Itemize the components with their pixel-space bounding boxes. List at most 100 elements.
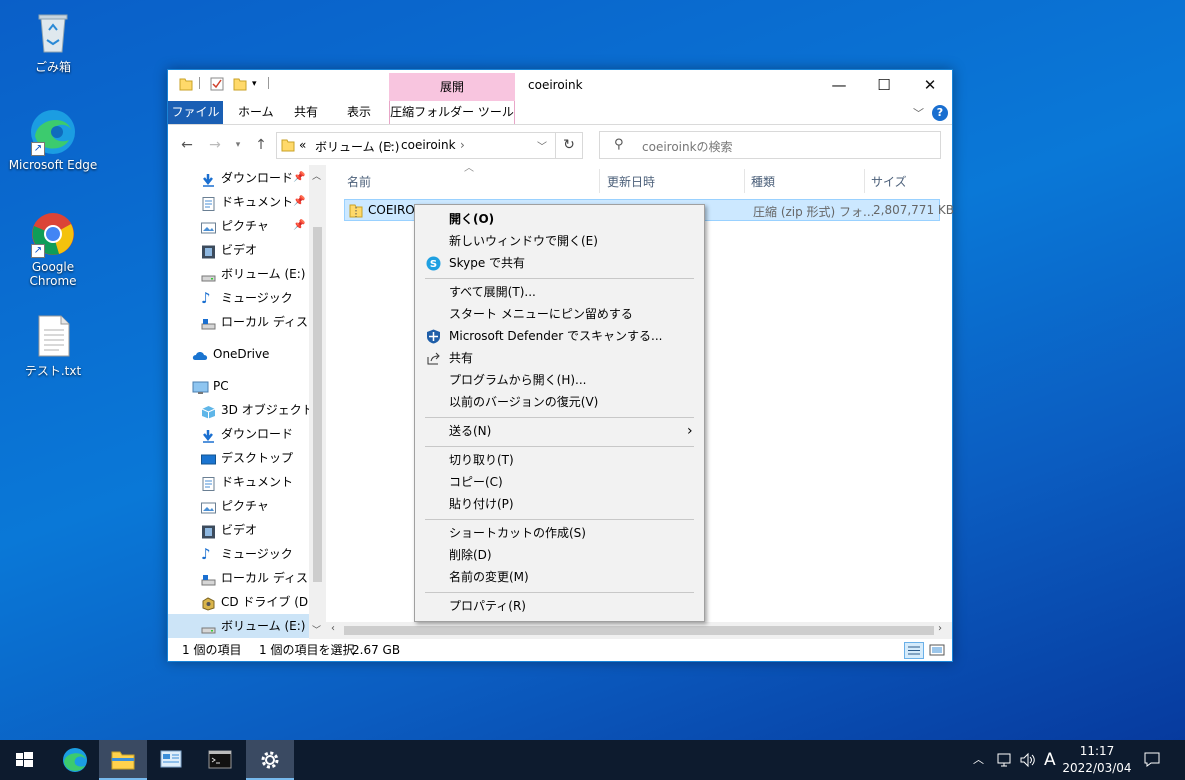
column-header-name[interactable]: 名前 xyxy=(347,171,371,193)
menu-item-paste[interactable]: 貼り付け(P) xyxy=(417,493,702,515)
nav-item-documents-quick[interactable]: ドキュメント 📌 xyxy=(168,190,309,214)
forward-arrow-icon[interactable]: → xyxy=(205,135,225,155)
menu-item-create-shortcut[interactable]: ショートカットの作成(S) xyxy=(417,522,702,544)
download-arrow-icon xyxy=(201,427,216,443)
column-header-date-modified[interactable]: 更新日時 xyxy=(607,171,655,193)
navigation-pane-scrollbar[interactable]: ︿ ﹀ xyxy=(309,165,326,639)
menu-item-cut[interactable]: 切り取り(T) xyxy=(417,449,702,471)
scroll-thumb[interactable] xyxy=(313,227,322,582)
nav-item-pictures-quick[interactable]: ピクチャ 📌 xyxy=(168,214,309,238)
menu-item-share[interactable]: 共有 xyxy=(417,347,702,369)
chevron-right-icon[interactable]: › xyxy=(388,138,393,152)
breadcrumb-volume-e[interactable]: ボリューム (E:) xyxy=(315,138,399,155)
customize-quick-access-icon[interactable]: ▾ xyxy=(252,77,266,91)
network-icon[interactable] xyxy=(996,751,1014,780)
menu-item-rename[interactable]: 名前の変更(M) xyxy=(417,566,702,588)
menu-item-skype-share[interactable]: S Skype で共有 xyxy=(417,252,702,274)
separator-bar xyxy=(199,77,200,89)
ime-indicator[interactable]: A xyxy=(1044,740,1056,780)
nav-item-pictures[interactable]: ピクチャ xyxy=(168,494,309,518)
chevron-down-icon[interactable]: ﹀ xyxy=(537,138,547,153)
menu-item-open[interactable]: 開く(O) xyxy=(417,208,702,230)
nav-item-cd-drive[interactable]: CD ドライブ (D:) Vi xyxy=(168,590,309,614)
new-folder-icon[interactable] xyxy=(233,77,247,91)
menu-item-open-new-window[interactable]: 新しいウィンドウで開く(E) xyxy=(417,230,702,252)
file-list-horizontal-scrollbar[interactable]: ‹ › xyxy=(326,622,952,639)
nav-item-downloads-quick[interactable]: ダウンロード 📌 xyxy=(168,166,309,190)
recent-locations-icon[interactable]: ▾ xyxy=(228,135,248,155)
nav-item-desktop[interactable]: デスクトップ xyxy=(168,446,309,470)
search-input[interactable]: ⚲ coeiroinkの検索 xyxy=(599,131,941,159)
taskbar-settings[interactable] xyxy=(246,740,294,780)
minimize-button[interactable]: — xyxy=(816,70,862,100)
taskbar-edge[interactable] xyxy=(51,740,99,780)
taskbar-command-prompt[interactable] xyxy=(196,740,244,780)
nav-item-onedrive[interactable]: OneDrive xyxy=(168,342,309,366)
tab-file[interactable]: ファイル xyxy=(168,101,223,124)
scroll-up-icon[interactable]: ︿ xyxy=(312,169,321,182)
menu-item-properties[interactable]: プロパティ(R) xyxy=(417,595,702,617)
nav-item-videos[interactable]: ビデオ xyxy=(168,518,309,542)
help-icon[interactable]: ? xyxy=(932,105,948,121)
desktop-icon-text-file[interactable]: テスト.txt xyxy=(8,312,98,379)
column-separator[interactable] xyxy=(599,169,600,193)
nav-item-pc[interactable]: PC xyxy=(168,374,309,398)
taskbar-file-explorer[interactable] xyxy=(99,740,147,780)
nav-item-music[interactable]: ♪ ミュージック xyxy=(168,542,309,566)
notification-center-icon[interactable] xyxy=(1143,751,1161,780)
scroll-right-icon[interactable]: › xyxy=(938,623,942,634)
breadcrumb-overflow[interactable]: « xyxy=(299,138,306,152)
breadcrumb-coeiroink[interactable]: coeiroink xyxy=(401,138,456,152)
chevron-right-icon[interactable]: › xyxy=(460,138,465,152)
details-view-button[interactable] xyxy=(904,642,924,659)
menu-item-defender-scan[interactable]: Microsoft Defender でスキャンする... xyxy=(417,325,702,347)
desktop-icon-chrome[interactable]: ↗ Google Chrome xyxy=(8,210,98,288)
tab-share[interactable]: 共有 xyxy=(284,101,328,124)
address-bar[interactable]: « ボリューム (E:) › coeiroink › ﹀ xyxy=(276,132,556,159)
back-arrow-icon[interactable]: ← xyxy=(177,135,197,155)
expand-ribbon-icon[interactable]: ﹀ xyxy=(913,105,924,121)
refresh-button[interactable]: ↻ xyxy=(556,132,583,159)
start-button[interactable] xyxy=(0,740,48,780)
taskbar-control-panel[interactable] xyxy=(147,740,195,780)
menu-item-delete[interactable]: 削除(D) xyxy=(417,544,702,566)
context-menu: 開く(O) 新しいウィンドウで開く(E) S Skype で共有 すべて展開(T… xyxy=(414,204,705,622)
menu-item-copy[interactable]: コピー(C) xyxy=(417,471,702,493)
nav-item-videos-quick[interactable]: ビデオ xyxy=(168,238,309,262)
desktop-icon-recycle-bin[interactable]: ごみ箱 xyxy=(8,8,98,75)
tab-compressed-folder-tools[interactable]: 圧縮フォルダー ツール xyxy=(389,101,515,124)
menu-item-send-to[interactable]: 送る(N) › xyxy=(417,420,702,442)
menu-item-restore-previous[interactable]: 以前のバージョンの復元(V) xyxy=(417,391,702,413)
title-bar[interactable]: ▾ 展開 coeiroink — ☐ ✕ xyxy=(168,70,952,101)
tab-home[interactable]: ホーム xyxy=(228,101,284,124)
taskbar-clock[interactable]: 11:17 2022/03/04 xyxy=(1062,743,1132,777)
column-separator[interactable] xyxy=(864,169,865,193)
desktop-icon-edge[interactable]: ↗ Microsoft Edge xyxy=(8,108,98,172)
nav-item-music-quick[interactable]: ♪ ミュージック xyxy=(168,286,309,310)
scroll-down-icon[interactable]: ﹀ xyxy=(312,623,321,636)
nav-item-local-disk[interactable]: ローカル ディスク (C xyxy=(168,566,309,590)
scroll-thumb[interactable] xyxy=(344,626,934,635)
volume-icon[interactable] xyxy=(1019,751,1037,780)
menu-item-open-with[interactable]: プログラムから開く(H)... xyxy=(417,369,702,391)
up-arrow-icon[interactable]: ↑ xyxy=(251,135,271,155)
show-hidden-icons[interactable]: ︿ xyxy=(973,740,984,780)
column-separator[interactable] xyxy=(744,169,745,193)
large-icons-view-button[interactable] xyxy=(928,642,946,659)
close-button[interactable]: ✕ xyxy=(907,70,953,100)
nav-item-3d-objects[interactable]: 3D オブジェクト xyxy=(168,398,309,422)
nav-item-documents[interactable]: ドキュメント xyxy=(168,470,309,494)
column-header-type[interactable]: 種類 xyxy=(751,171,775,193)
scroll-left-icon[interactable]: ‹ xyxy=(331,623,335,634)
properties-icon[interactable] xyxy=(210,77,224,91)
maximize-button[interactable]: ☐ xyxy=(861,70,907,100)
nav-item-label: ピクチャ xyxy=(221,499,269,513)
column-header-size[interactable]: サイズ xyxy=(871,171,907,193)
tab-view[interactable]: 表示 xyxy=(337,101,381,124)
nav-item-volume-e-quick[interactable]: ボリューム (E:) xyxy=(168,262,309,286)
menu-item-extract-all[interactable]: すべて展開(T)... xyxy=(417,281,702,303)
nav-item-volume-e[interactable]: ボリューム (E:) xyxy=(168,614,309,638)
nav-item-downloads[interactable]: ダウンロード xyxy=(168,422,309,446)
menu-item-pin-start[interactable]: スタート メニューにピン留めする xyxy=(417,303,702,325)
nav-item-local-disk-quick[interactable]: ローカル ディスク (C xyxy=(168,310,309,334)
